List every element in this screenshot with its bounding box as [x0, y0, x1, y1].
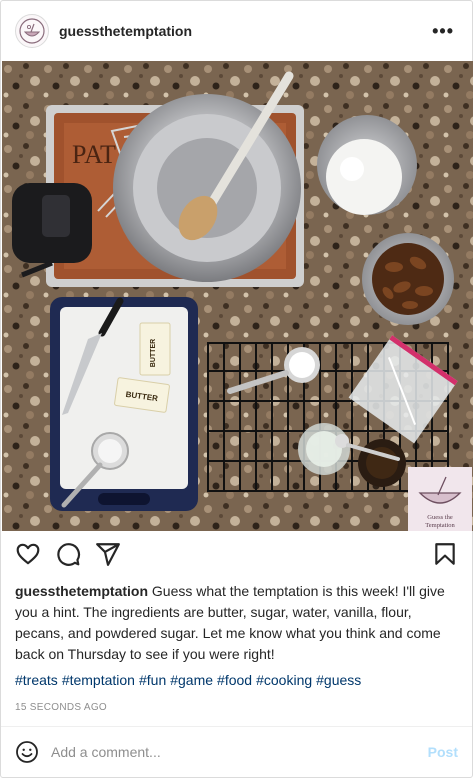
butter-label-1: BUTTER [150, 339, 157, 367]
hashtag-link[interactable]: #fun [139, 672, 166, 688]
hashtag-link[interactable]: #food [217, 672, 252, 688]
post-header: guessthetemptation ••• [1, 1, 472, 61]
instagram-post-card: guessthetemptation ••• PAT BUTTER BUTTER… [0, 0, 473, 778]
send-icon[interactable] [95, 541, 121, 567]
avatar[interactable] [15, 14, 49, 48]
caption-username[interactable]: guessthetemptation [15, 583, 148, 599]
post-actions [1, 531, 472, 577]
hashtag-link[interactable]: #guess [316, 672, 361, 688]
mixing-bowl-logo-icon [19, 18, 45, 44]
emoji-icon[interactable] [15, 740, 39, 764]
post-caption: guessthetemptation Guess what the tempta… [15, 581, 460, 665]
post-timestamp[interactable]: 15 SECONDS AGO [15, 702, 107, 713]
hashtag-list: #treats #temptation #fun #game #food #cooking… [15, 670, 460, 691]
post-comment-button[interactable]: Post [428, 744, 458, 760]
sheet-text: PAT [72, 140, 116, 169]
hashtag-link[interactable]: #treats [15, 672, 58, 688]
watermark-line-1: Guess the [427, 514, 453, 521]
comment-bar: Post [1, 727, 472, 777]
post-photo[interactable]: PAT BUTTER BUTTER Guess the Temptation [2, 61, 473, 531]
comment-input[interactable] [51, 744, 420, 760]
baking-ingredients-image: PAT BUTTER BUTTER Guess the Temptation [2, 61, 473, 531]
bookmark-icon[interactable] [432, 541, 458, 567]
heart-icon[interactable] [15, 541, 41, 567]
hashtag-link[interactable]: #game [170, 672, 213, 688]
hashtag-link[interactable]: #cooking [256, 672, 312, 688]
post-username[interactable]: guessthetemptation [59, 23, 192, 39]
more-horizontal-icon[interactable]: ••• [428, 21, 458, 42]
hashtag-link[interactable]: #temptation [62, 672, 135, 688]
watermark-line-2: Temptation [425, 522, 455, 529]
comment-icon[interactable] [55, 541, 81, 567]
